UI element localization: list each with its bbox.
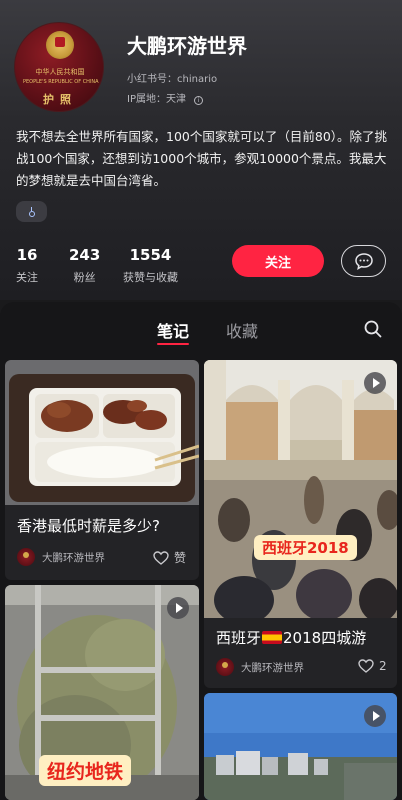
active-tab-indicator xyxy=(157,343,189,345)
note-title: 香港最低时薪是多少? xyxy=(17,517,160,535)
search-icon[interactable] xyxy=(364,320,382,338)
stat-followers-label: 粉丝 xyxy=(73,271,96,284)
note-title-part: 西班牙 xyxy=(216,629,262,647)
author-name: 大鹏环游世界 xyxy=(241,661,304,674)
gender-tag xyxy=(16,201,47,222)
passport-title: 护照 xyxy=(43,93,77,106)
stat-following-label: 关注 xyxy=(16,271,38,284)
note-card[interactable] xyxy=(204,693,397,800)
video-play-icon xyxy=(167,597,189,619)
like-button[interactable]: 2 xyxy=(358,659,387,673)
heart-icon xyxy=(358,659,374,673)
profile-id: 小红书号：chinario xyxy=(127,70,217,85)
profile-ip: IP属地：天津 i xyxy=(127,90,203,105)
profile-name: 大鹏环游世界 xyxy=(127,34,247,58)
passport-country-en: PEOPLE'S REPUBLIC OF CHINA xyxy=(23,79,99,85)
national-emblem-icon xyxy=(46,31,74,59)
avatar[interactable]: 中华人民共和国 PEOPLE'S REPUBLIC OF CHINA 护照 xyxy=(14,22,104,112)
video-play-icon xyxy=(364,705,386,727)
note-title: 西班牙 2018四城游 xyxy=(216,627,366,648)
stat-following-value: 16 xyxy=(16,246,38,264)
thumbnail-overlay-text: 西班牙2018 xyxy=(254,535,357,560)
stat-likes-collections[interactable]: 1554 获赞与收藏 xyxy=(123,246,178,285)
notes-section: 笔记 收藏 香港最低时薪是多少? 大鹏环游世界 赞 西班牙2018 西班牙 20… xyxy=(0,302,402,800)
note-card[interactable]: 香港最低时薪是多少? 大鹏环游世界 赞 xyxy=(5,360,199,580)
note-thumbnail-city xyxy=(204,693,397,800)
thumbnail-overlay-text: 纽约地铁 xyxy=(39,755,132,786)
note-thumbnail-subway: 纽约地铁 xyxy=(5,585,199,800)
stat-likes-value: 1554 xyxy=(129,246,172,264)
note-title-part: 2018四城游 xyxy=(283,629,367,647)
male-icon xyxy=(28,206,35,217)
like-count: 赞 xyxy=(174,551,187,565)
note-thumbnail-food xyxy=(5,360,199,505)
like-button[interactable]: 赞 xyxy=(153,549,186,566)
spain-flag-icon xyxy=(262,631,283,644)
like-count: 2 xyxy=(379,659,387,673)
author-name: 大鹏环游世界 xyxy=(42,551,105,564)
tab-collections[interactable]: 收藏 xyxy=(226,318,258,342)
note-thumbnail-spain: 西班牙2018 xyxy=(204,360,397,618)
note-card[interactable]: 纽约地铁 xyxy=(5,585,199,800)
note-author[interactable]: 大鹏环游世界 xyxy=(17,548,105,566)
profile-ip-text: IP属地：天津 xyxy=(127,94,186,105)
profile-header: 中华人民共和国 PEOPLE'S REPUBLIC OF CHINA 护照 大鹏… xyxy=(0,0,402,300)
stat-following[interactable]: 16 关注 xyxy=(16,246,38,285)
stat-followers[interactable]: 243 粉丝 xyxy=(69,246,100,285)
heart-icon xyxy=(153,550,169,565)
chat-bubble-icon xyxy=(354,253,373,270)
note-author[interactable]: 大鹏环游世界 xyxy=(216,658,304,676)
profile-bio: 我不想去全世界所有国家，100个国家就可以了（目前80）。除了挑战100个国家，… xyxy=(16,129,388,188)
message-button[interactable] xyxy=(341,245,386,277)
stat-followers-value: 243 xyxy=(69,246,101,264)
passport-country: 中华人民共和国 xyxy=(35,68,85,76)
profile-id-text: 小红书号：chinario xyxy=(127,74,218,85)
tab-notes[interactable]: 笔记 xyxy=(157,318,189,342)
author-avatar xyxy=(216,658,234,676)
tab-bar: 笔记 收藏 xyxy=(0,302,402,350)
author-avatar xyxy=(17,548,35,566)
stat-likes-label: 获赞与收藏 xyxy=(123,271,178,284)
follow-button[interactable]: 关注 xyxy=(232,245,324,277)
info-icon[interactable]: i xyxy=(193,96,203,105)
note-card[interactable]: 西班牙2018 西班牙 2018四城游 大鹏环游世界 2 xyxy=(204,360,397,688)
video-play-icon xyxy=(364,372,386,394)
